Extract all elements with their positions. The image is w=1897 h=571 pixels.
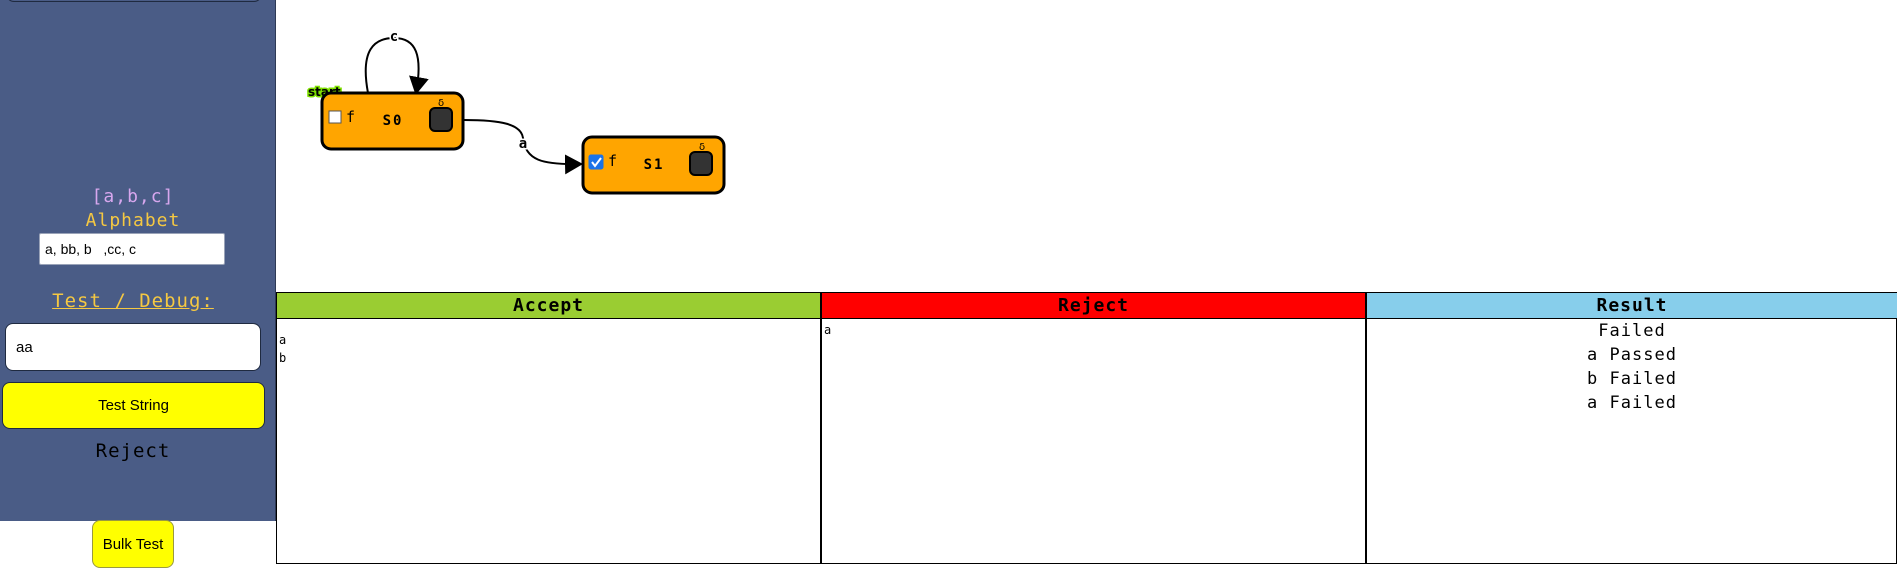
test-string-button[interactable]: Test String [2, 382, 265, 429]
automaton-canvas[interactable]: c start a f S0 δ f S1 δ [276, 0, 1897, 291]
reject-header: Reject [822, 293, 1365, 319]
test-result-text: Reject [95, 440, 171, 462]
transition-label-c[interactable]: c [388, 28, 399, 47]
result-list: Failed a Passed b Failed a Failed [1367, 319, 1897, 415]
reject-list[interactable]: a [822, 319, 1365, 339]
transition-loop-s0[interactable] [364, 36, 429, 95]
final-checkbox-s1[interactable] [588, 154, 604, 170]
bulk-test-button[interactable]: Bulk Test [92, 520, 174, 568]
list-item: a Passed [1587, 345, 1677, 365]
state-name-s1: S1 [644, 157, 665, 173]
reject-column: Reject a [822, 293, 1367, 563]
state-s1[interactable]: f S1 δ [581, 135, 726, 195]
results-table: Accept a b Reject a Result Failed a Pass… [276, 292, 1897, 564]
list-item: a [824, 323, 832, 337]
list-item: a [279, 333, 287, 347]
result-column: Result Failed a Passed b Failed a Failed [1367, 293, 1897, 563]
transition-label-a[interactable]: a [517, 135, 528, 154]
state-handle-s1[interactable] [689, 151, 713, 176]
sidebar-top-panel [6, 0, 262, 2]
result-header: Result [1367, 293, 1897, 319]
test-string-input[interactable] [5, 323, 261, 371]
accept-list[interactable]: a b [277, 319, 820, 367]
alphabet-set: [a,b,c] [91, 186, 175, 207]
list-item: b Failed [1587, 369, 1677, 389]
list-item: Failed [1598, 321, 1666, 341]
alphabet-label: Alphabet [85, 210, 181, 231]
state-s0[interactable]: f S0 δ [320, 91, 465, 151]
state-name-s0: S0 [383, 113, 404, 129]
state-handle-s0[interactable] [429, 107, 453, 132]
test-debug-link[interactable]: Test / Debug: [0, 290, 266, 312]
list-item: b [279, 351, 287, 365]
list-item: a Failed [1587, 393, 1677, 413]
sidebar: [a,b,c] Alphabet Test / Debug: Test Stri… [0, 0, 276, 521]
final-label-s1: f [608, 152, 617, 170]
final-label-s0: f [346, 108, 355, 126]
accept-column: Accept a b [277, 293, 822, 563]
alphabet-input[interactable] [39, 233, 225, 265]
final-checkbox-s0[interactable] [328, 110, 342, 124]
accept-header: Accept [277, 293, 820, 319]
